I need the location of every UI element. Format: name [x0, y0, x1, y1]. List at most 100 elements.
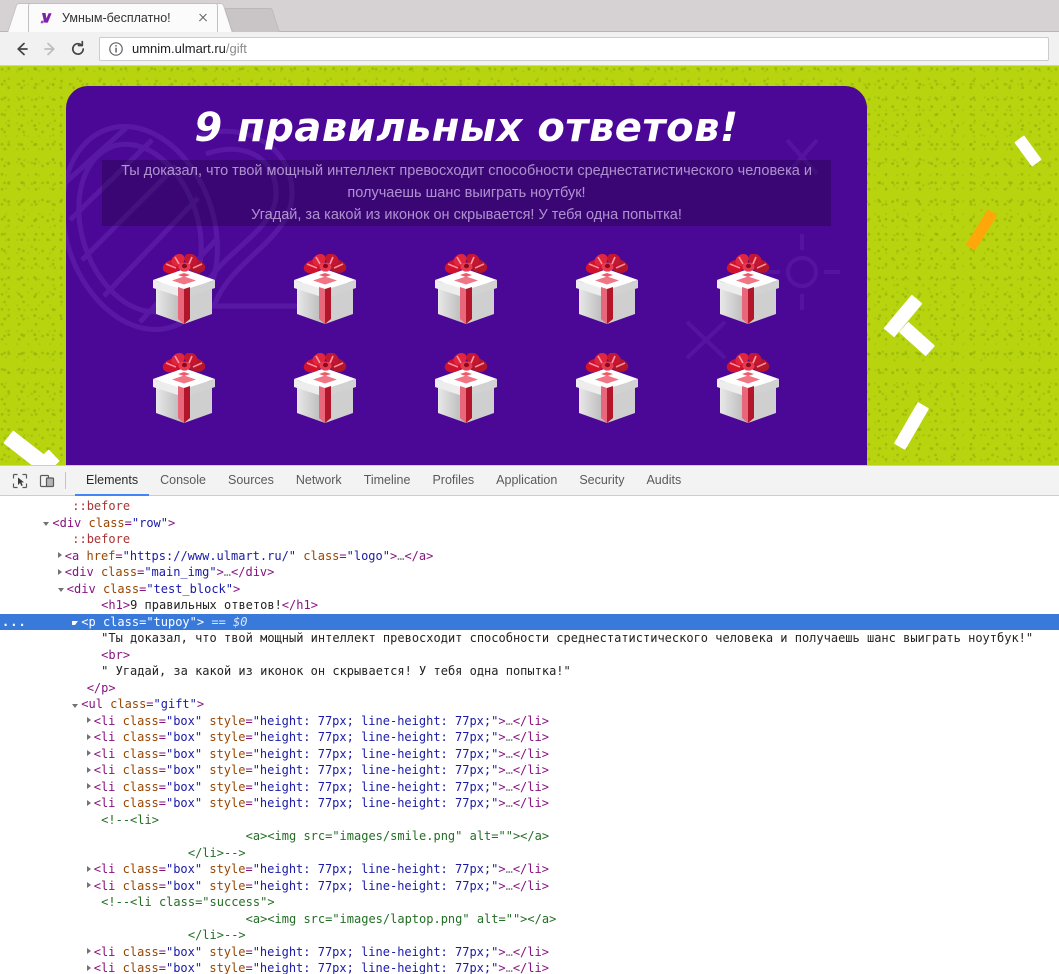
collapse-arrow-icon[interactable] [86, 948, 91, 954]
browser-toolbar: umnim.ulmart.ru/gift [0, 32, 1059, 66]
dom-node-row[interactable]: <a><img src="images/laptop.png" alt=""><… [0, 911, 1059, 928]
dom-tree[interactable]: ::before <div class="row"> ::before <a h… [0, 496, 1059, 974]
collapse-arrow-icon[interactable] [86, 964, 91, 971]
devtools-tab-sources[interactable]: Sources [217, 466, 285, 496]
page-title: 9 правильных ответов! [194, 105, 739, 151]
collapse-arrow-icon[interactable] [86, 799, 91, 806]
expand-arrow-icon[interactable] [72, 703, 79, 708]
dom-node-row[interactable]: <li class="box" style="height: 77px; lin… [0, 713, 1059, 730]
ulmart-logo-icon [39, 10, 55, 26]
gift-box-icon [575, 253, 638, 324]
gift-box-icon [575, 352, 638, 423]
expand-arrow-icon[interactable] [57, 588, 64, 592]
devtools-tab-network[interactable]: Network [285, 466, 353, 496]
dom-node-row[interactable]: " Угадай, за какой из иконок он скрывает… [0, 663, 1059, 680]
dom-node-selected[interactable]: ... <p class="tupoy"> == $0 [0, 613, 1059, 631]
devtools-tab-application[interactable]: Application [485, 466, 568, 496]
dom-node-row[interactable]: <div class="main_img">…</div> [0, 564, 1059, 581]
dom-node-row[interactable]: <h1>9 правильных ответов!</h1> [0, 597, 1059, 614]
tab-title: Умным-бесплатно! [62, 11, 171, 25]
address-bar-url: umnim.ulmart.ru/gift [132, 41, 247, 57]
gift-box-icon [434, 352, 497, 423]
devtools-tabs: Elements Console Sources Network Timeline Pro… [75, 466, 692, 496]
gift-box-item[interactable] [255, 252, 396, 329]
gift-box-icon [152, 352, 215, 423]
dom-node-row[interactable]: </p> [0, 680, 1059, 697]
gift-box-icon [293, 352, 356, 423]
dom-node-row[interactable]: <li class="box" style="height: 77px; lin… [0, 729, 1059, 746]
page-info-icon[interactable] [108, 41, 124, 57]
dom-node-row[interactable]: <!--<li class="success"> [0, 894, 1059, 911]
collapse-arrow-icon[interactable] [57, 568, 62, 575]
devtools-tab-console[interactable]: Console [149, 466, 217, 496]
new-tab-button[interactable] [224, 8, 280, 32]
dom-node-row[interactable]: <div class="row"> [0, 515, 1059, 532]
dom-node-row[interactable]: <li class="box" style="height: 77px; lin… [0, 779, 1059, 796]
row-menu-icon[interactable]: ... [2, 614, 26, 631]
gift-box-icon [293, 253, 356, 324]
gift-box-item[interactable] [396, 252, 537, 329]
dom-node-row[interactable]: <li class="box" style="height: 77px; lin… [0, 944, 1059, 961]
collapse-arrow-icon[interactable] [86, 750, 91, 756]
collapse-arrow-icon[interactable] [86, 783, 91, 789]
dom-node-row[interactable]: <a><img src="images/smile.png" alt=""></… [0, 828, 1059, 845]
dom-node-row[interactable]: <ul class="gift"> [0, 696, 1059, 713]
dom-node-row[interactable]: <div class="test_block"> [0, 581, 1059, 598]
close-tab-icon[interactable] [195, 10, 211, 26]
collapse-arrow-icon[interactable] [86, 733, 91, 740]
description-line-2: Угадай, за какой из иконок он скрывается… [251, 207, 682, 223]
browser-window: Умным-бесплатно! umnim.ulmart.ru/gift 9 … [0, 0, 1059, 974]
devtools-tab-profiles[interactable]: Profiles [421, 466, 485, 496]
forward-arrow-icon [36, 35, 64, 63]
dom-node-row[interactable]: <li class="box" style="height: 77px; lin… [0, 960, 1059, 974]
gift-box-item[interactable] [114, 252, 255, 329]
gift-box-icon [716, 352, 779, 423]
dom-node-row[interactable]: <br> [0, 647, 1059, 664]
expand-arrow-icon[interactable] [72, 621, 79, 625]
inspect-element-icon[interactable] [6, 468, 33, 494]
gift-box-item[interactable] [678, 351, 819, 428]
devtools-tab-timeline[interactable]: Timeline [353, 466, 422, 496]
reload-icon[interactable] [64, 35, 92, 63]
dom-node-row[interactable]: <a href="https://www.ulmart.ru/" class="… [0, 548, 1059, 565]
devtools-tab-security[interactable]: Security [568, 466, 635, 496]
gift-box-icon [434, 253, 497, 324]
dom-node-row[interactable]: </li>--> [0, 845, 1059, 862]
collapse-arrow-icon[interactable] [86, 766, 91, 773]
dom-node-row[interactable]: <li class="box" style="height: 77px; lin… [0, 878, 1059, 895]
dom-node-row[interactable]: </li>--> [0, 927, 1059, 944]
gift-box-list [66, 252, 867, 450]
dom-node-row[interactable]: <li class="box" style="height: 77px; lin… [0, 762, 1059, 779]
browser-tab[interactable]: Умным-бесплатно! [28, 3, 218, 32]
devtools-tab-elements[interactable]: Elements [75, 466, 150, 496]
dom-node-row[interactable]: ::before [0, 498, 1059, 515]
gift-box-item[interactable] [537, 351, 678, 428]
url-host: umnim.ulmart.ru [132, 40, 226, 56]
collapse-arrow-icon[interactable] [86, 882, 91, 888]
collapse-arrow-icon[interactable] [86, 717, 91, 723]
gift-box-item[interactable] [255, 351, 396, 428]
gift-box-item[interactable] [537, 252, 678, 329]
dom-node-row[interactable]: "Ты доказал, что твой мощный интеллект п… [0, 630, 1059, 647]
device-toolbar-icon[interactable] [33, 468, 60, 494]
collapse-arrow-icon[interactable] [86, 865, 91, 872]
devtools-toolbar: Elements Console Sources Network Timeline Pro… [0, 466, 1059, 496]
gift-box-item[interactable] [114, 351, 255, 428]
gift-box-item[interactable] [678, 252, 819, 329]
dom-node-row[interactable]: <li class="box" style="height: 77px; lin… [0, 746, 1059, 763]
page-viewport: 9 правильных ответов! Ты доказал, что тв… [0, 66, 1059, 465]
expand-arrow-icon[interactable] [43, 522, 50, 526]
dom-node-row[interactable]: <li class="box" style="height: 77px; lin… [0, 861, 1059, 878]
gift-box-item[interactable] [396, 351, 537, 428]
collapse-arrow-icon[interactable] [57, 552, 62, 558]
dom-node-row[interactable]: ::before [0, 531, 1059, 548]
address-bar[interactable]: umnim.ulmart.ru/gift [99, 36, 1049, 61]
back-arrow-icon[interactable] [8, 35, 36, 63]
devtools-tab-audits[interactable]: Audits [635, 466, 692, 496]
tab-strip: Умным-бесплатно! [0, 0, 1059, 32]
dom-node-row[interactable]: <li class="box" style="height: 77px; lin… [0, 795, 1059, 812]
gift-box-icon [152, 253, 215, 324]
dom-node-row[interactable]: <!--<li> [0, 812, 1059, 829]
page-description: Ты доказал, что твой мощный интеллект пр… [102, 160, 831, 226]
url-path: /gift [225, 40, 247, 56]
